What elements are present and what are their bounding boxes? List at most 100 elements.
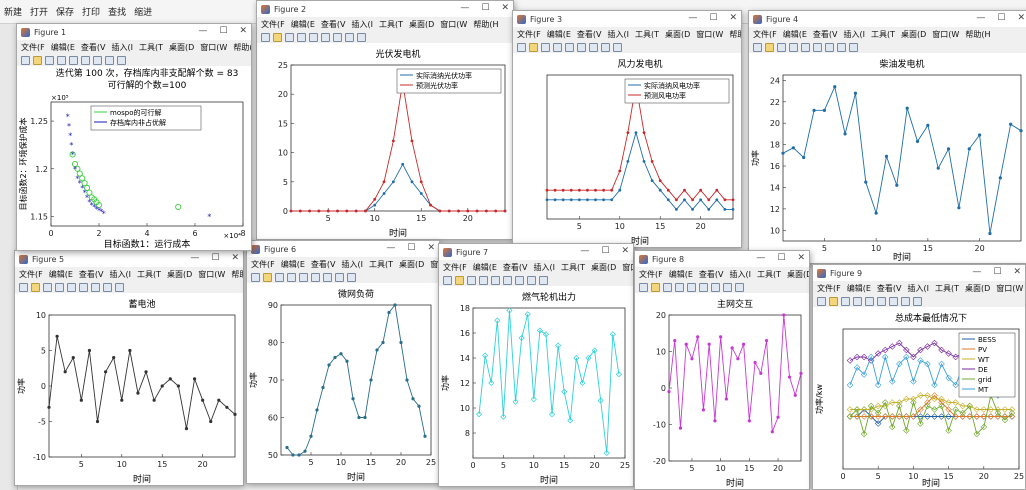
minimize-icon[interactable]: — [190, 253, 199, 263]
arrow-icon[interactable] [601, 43, 610, 52]
menu-item[interactable]: 插入(I [730, 269, 751, 280]
menu-item[interactable]: 编辑(E [669, 269, 693, 280]
data-cursor-icon[interactable] [515, 276, 524, 285]
figure-window-7[interactable]: Figure 7—☐✕文件(F编辑(E查看(V插入(I工具(T桌面(D窗口(W帮… [438, 243, 634, 487]
close-icon[interactable]: ✕ [501, 3, 509, 13]
arrow-icon[interactable] [901, 297, 910, 306]
arrow-icon[interactable] [527, 276, 536, 285]
save-icon[interactable] [467, 276, 476, 285]
close-icon[interactable]: ✕ [797, 253, 805, 263]
new-file-icon[interactable] [261, 33, 270, 42]
data-cursor-icon[interactable] [825, 43, 834, 52]
new-file-icon[interactable] [251, 273, 260, 282]
link-icon[interactable] [813, 43, 822, 52]
menu-item[interactable]: 查看(V [877, 283, 902, 294]
data-cursor-icon[interactable] [711, 283, 720, 292]
data-cursor-icon[interactable] [91, 283, 100, 292]
menu-item[interactable]: 插入(I [908, 283, 929, 294]
link-icon[interactable] [503, 276, 512, 285]
menu-item[interactable]: 查看(V [311, 259, 336, 270]
close-icon[interactable]: ✕ [1013, 267, 1021, 277]
menu-item[interactable]: 文件(F [639, 269, 663, 280]
new-file-icon[interactable] [639, 283, 648, 292]
menu-item[interactable]: 窗口(W [200, 42, 227, 53]
menu-item[interactable]: 工具(T [139, 42, 163, 53]
arrow-icon[interactable] [335, 273, 344, 282]
maximize-icon[interactable]: ☐ [211, 253, 219, 263]
zoom-icon[interactable] [491, 276, 500, 285]
property-icon[interactable] [613, 43, 622, 52]
menu-item[interactable]: 桌面(D [901, 29, 926, 40]
figure-window-6[interactable]: Figure 6—☐✕文件(F编辑(E查看(V插入(I工具(T桌面(D窗口(W帮… [246, 240, 440, 484]
open-folder-icon[interactable] [765, 43, 774, 52]
menu-item[interactable]: 工具(T [635, 29, 659, 40]
zoom-icon[interactable] [69, 56, 78, 65]
arrow-icon[interactable] [723, 283, 732, 292]
menu-item[interactable]: 文件(F [21, 42, 45, 53]
new-file-icon[interactable] [19, 283, 28, 292]
new-file-icon[interactable] [517, 43, 526, 52]
save-icon[interactable] [841, 297, 850, 306]
title-bar[interactable]: Figure 3 — ☐ ✕ [513, 11, 741, 27]
menu-item[interactable]: 桌面(D [965, 283, 990, 294]
link-icon[interactable] [79, 283, 88, 292]
figure-window-2[interactable]: Figure 2 — ☐ ✕ 文件(F 编辑(E 查看(V 插入(I 工具(T 桌面(D 窗口(W 帮… [256, 0, 514, 240]
menu-item[interactable]: 插入(I [110, 269, 131, 280]
save-icon[interactable] [45, 56, 54, 65]
print-icon[interactable] [675, 283, 684, 292]
data-cursor-icon[interactable] [333, 33, 342, 42]
menu-item[interactable]: 编辑(E [783, 29, 807, 40]
zoom-icon[interactable] [865, 297, 874, 306]
menu-item[interactable]: 桌面(D [665, 29, 690, 40]
save-icon[interactable] [777, 43, 786, 52]
print-icon[interactable] [287, 273, 296, 282]
menu-item[interactable]: 插入(I [342, 259, 363, 270]
maximize-icon[interactable]: ☐ [219, 26, 227, 36]
menu-item[interactable]: 工具(T [935, 283, 959, 294]
arrow-icon[interactable] [105, 56, 114, 65]
title-bar[interactable]: Figure 8 — ☐ ✕ [635, 251, 809, 267]
menu-item[interactable]: 帮助(H [965, 29, 990, 40]
menu-item[interactable]: 文件(F [443, 262, 467, 273]
menu-item[interactable]: 编辑(E [49, 269, 73, 280]
menu-item[interactable]: 桌面(D [409, 19, 434, 30]
menu-item[interactable]: 查看(V [81, 42, 106, 53]
new-file-icon[interactable] [817, 297, 826, 306]
menu-item[interactable]: 桌面(D [169, 42, 194, 53]
zoom-icon[interactable] [67, 283, 76, 292]
close-icon[interactable]: ✕ [239, 26, 247, 36]
zoom-icon[interactable] [801, 43, 810, 52]
toolbar-save[interactable]: 保存 [56, 5, 74, 18]
save-icon[interactable] [285, 33, 294, 42]
menu-item[interactable]: 查看(V [577, 29, 602, 40]
toolbar-indent[interactable]: 缩进 [134, 5, 152, 18]
menu-item[interactable]: 插入(I [608, 29, 629, 40]
link-icon[interactable] [577, 43, 586, 52]
menu-item[interactable]: 查看(V [321, 19, 346, 30]
property-icon[interactable] [539, 276, 548, 285]
property-icon[interactable] [735, 283, 744, 292]
zoom-icon[interactable] [309, 33, 318, 42]
link-icon[interactable] [699, 283, 708, 292]
figure-window-8[interactable]: Figure 8—☐✕文件(F编辑(E查看(V插入(I工具(T桌面(D窗口(W帮… [634, 250, 810, 490]
maximize-icon[interactable]: ☐ [601, 246, 609, 256]
menu-item[interactable]: 编辑(E [547, 29, 571, 40]
print-icon[interactable] [789, 43, 798, 52]
menu-item[interactable]: 工具(T [379, 19, 403, 30]
link-icon[interactable] [877, 297, 886, 306]
link-icon[interactable] [321, 33, 330, 42]
print-icon[interactable] [297, 33, 306, 42]
close-icon[interactable]: ✕ [729, 13, 737, 23]
menu-item[interactable]: 编辑(E [51, 42, 75, 53]
minimize-icon[interactable]: — [972, 267, 981, 277]
open-folder-icon[interactable] [829, 297, 838, 306]
figure-window-3[interactable]: Figure 3 — ☐ ✕ 文件(F 编辑(E 查看(V 插入(I 工具(T 桌面(D 窗口(W 帮… [512, 10, 742, 248]
maximize-icon[interactable]: ☐ [997, 13, 1005, 23]
minimize-icon[interactable]: — [756, 253, 765, 263]
open-folder-icon[interactable] [455, 276, 464, 285]
menu-item[interactable]: 桌面(D [591, 262, 616, 273]
arrow-icon[interactable] [837, 43, 846, 52]
data-cursor-icon[interactable] [93, 56, 102, 65]
toolbar-find[interactable]: 查找 [108, 5, 126, 18]
open-folder-icon[interactable] [33, 56, 42, 65]
